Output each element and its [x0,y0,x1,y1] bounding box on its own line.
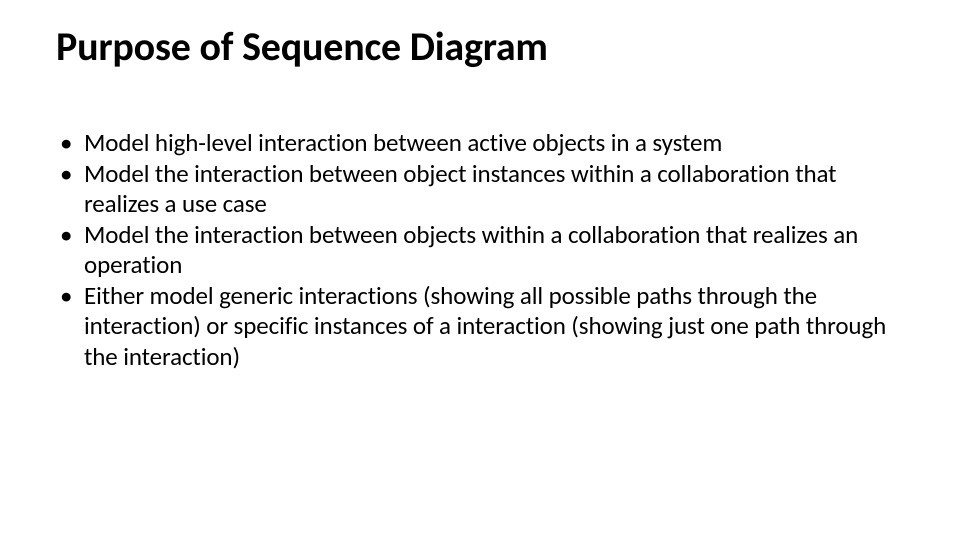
slide-title: Purpose of Sequence Diagram [56,24,904,70]
bullet-list: Model high-level interaction between act… [56,128,904,372]
list-item: Model the interaction between object ins… [56,159,892,220]
list-item: Model high-level interaction between act… [56,128,892,159]
list-item: Model the interaction between objects wi… [56,220,892,281]
list-item: Either model generic interactions (showi… [56,281,892,373]
slide: Purpose of Sequence Diagram Model high-l… [0,0,960,540]
